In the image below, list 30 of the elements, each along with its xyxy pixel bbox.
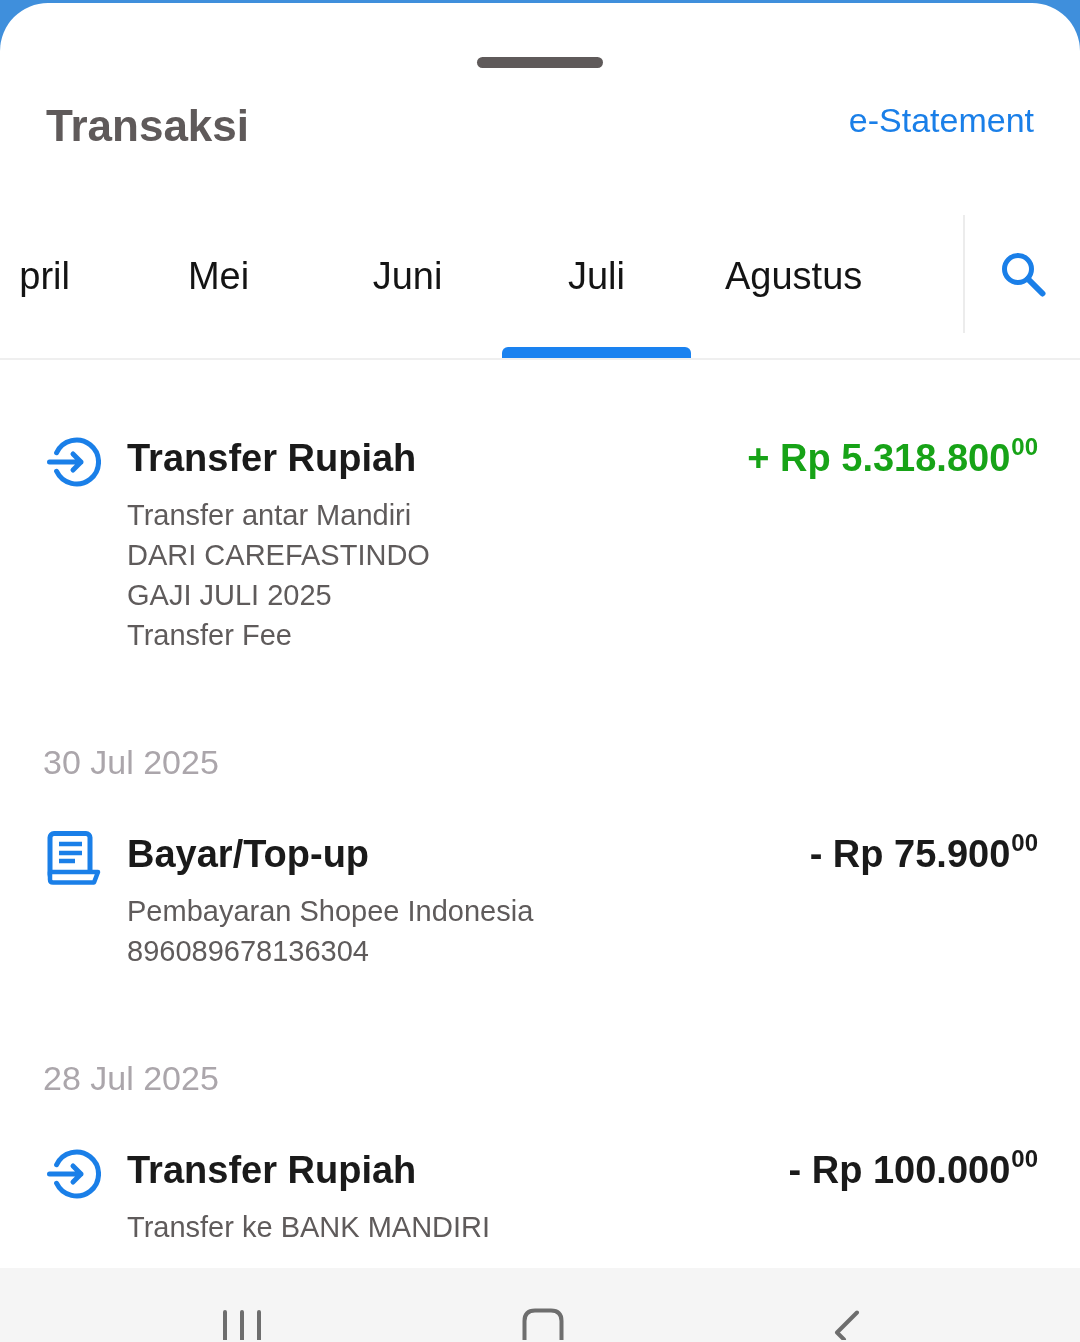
date-header: 30 Jul 2025 [43, 742, 219, 782]
amount-text: + Rp 5.318.800$^{00}$ [747, 434, 1038, 481]
transaction-detail: GAJI JULI 2025 [127, 578, 332, 613]
drag-handle[interactable] [477, 57, 603, 68]
transaction-title: Bayar/Top-up [127, 832, 370, 877]
amount-text: - Rp 100.000$^{00}$ [788, 1146, 1038, 1193]
home-icon[interactable] [522, 1308, 564, 1340]
transaction-detail: Transfer ke BANK MANDIRI [127, 1210, 491, 1245]
month-tab[interactable]: Mei [124, 215, 313, 358]
transfer-arrow-icon [47, 1147, 101, 1201]
transfer-arrow-icon [47, 435, 101, 489]
e-statement-link[interactable]: e-Statement [848, 100, 1034, 140]
search-icon [999, 251, 1046, 297]
transaction-detail: Transfer antar Mandiri [127, 498, 412, 533]
transaction-title: Transfer Rupiah [127, 436, 417, 481]
month-tab[interactable]: Agustus [691, 215, 897, 358]
transaction-detail: Transfer Fee [127, 618, 292, 653]
transaction-detail: DARI CAREFASTINDO [127, 538, 430, 573]
month-tab[interactable]: Juli [502, 215, 691, 358]
sheet-title: Transaksi [46, 100, 250, 152]
month-tab[interactable]: pril [0, 215, 124, 358]
amount-text: - Rp 75.900$^{00}$ [809, 830, 1038, 877]
transaction-title: Transfer Rupiah [127, 1148, 417, 1193]
date-header: 28 Jul 2025 [43, 1058, 219, 1098]
back-icon[interactable] [834, 1310, 860, 1340]
transaction-detail: 896089678136304 [127, 934, 369, 969]
transaction-detail: Pembayaran Shopee Indonesia [127, 894, 534, 929]
month-tab[interactable]: Juni [313, 215, 502, 358]
bill-icon [47, 831, 101, 885]
recent-apps-icon[interactable] [222, 1310, 262, 1340]
